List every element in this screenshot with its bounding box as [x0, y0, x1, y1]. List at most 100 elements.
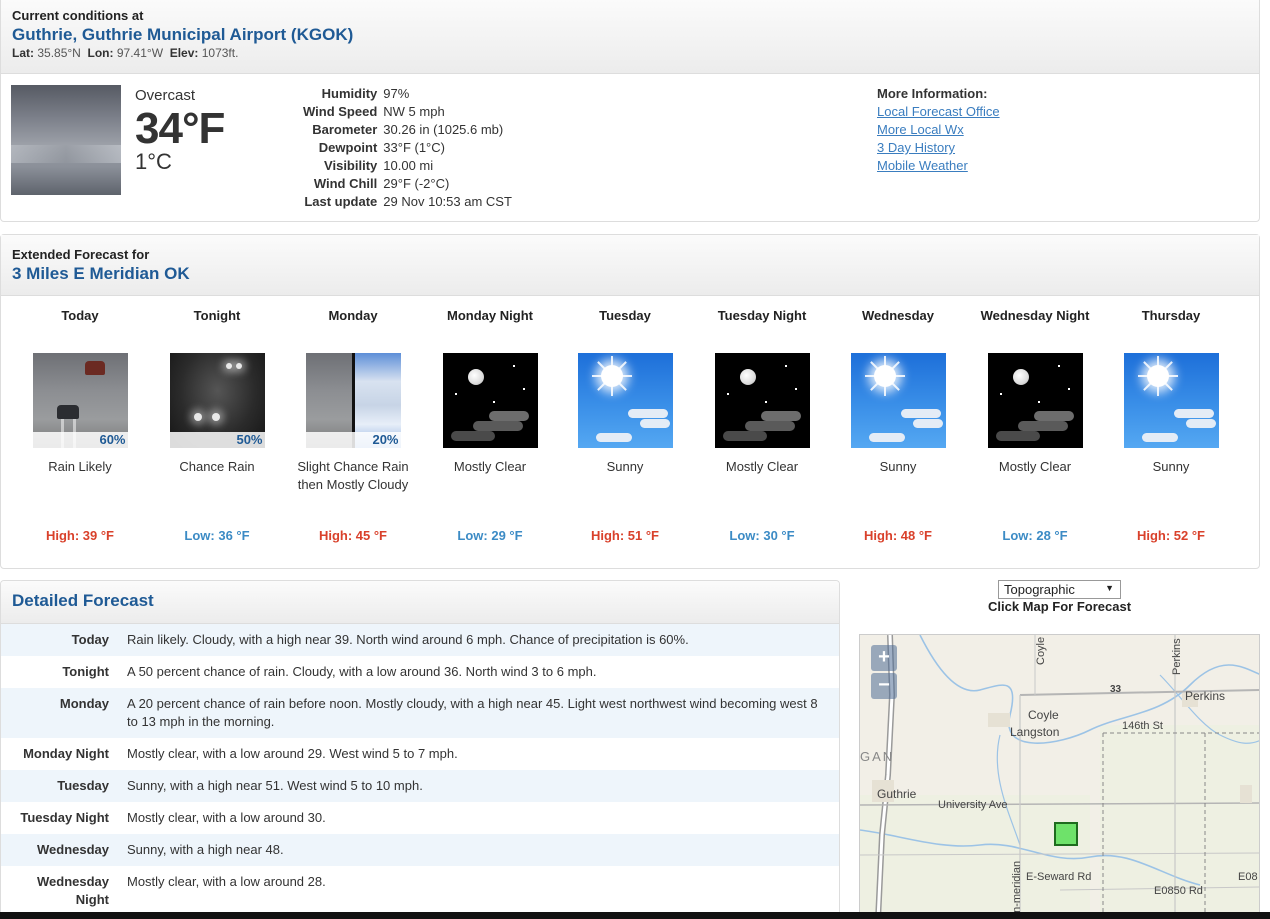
map-layer-select[interactable]: Topographic ▼: [998, 580, 1121, 599]
forecast-period[interactable]: Tonight 50% Chance Rain Low: 36 °F: [149, 307, 285, 543]
forecast-short-desc: Mostly Clear: [998, 459, 1072, 474]
detailed-forecast-list: Today Rain likely. Cloudy, with a high ne…: [1, 624, 839, 916]
extended-forecast-panel: Extended Forecast for 3 Miles E Meridian…: [0, 234, 1260, 569]
more-information-heading: More Information:: [877, 86, 988, 101]
more-information: More Information: Local Forecast Office …: [877, 86, 1000, 175]
forecast-period-name: Wednesday Night: [980, 308, 1090, 323]
map-label-146th-st: 146th St: [1122, 720, 1163, 732]
night-clear-icon: [442, 353, 538, 448]
forecast-period-name: Thursday: [1141, 308, 1201, 323]
forecast-short-desc: Mostly Clear: [453, 459, 527, 474]
current-temp-f: 34°F: [135, 104, 225, 153]
detailed-forecast-row: Wednesday Sunny, with a high near 48.: [1, 834, 839, 866]
detailed-forecast-header: Detailed Forecast: [1, 581, 839, 624]
detailed-forecast-row: Wednesday Night Mostly clear, with a low …: [1, 866, 839, 916]
current-detail-value: 29°F (-2°C): [383, 175, 450, 191]
station-name: Guthrie, Guthrie Municipal Airport (KGOK…: [12, 25, 354, 44]
map-hint: Click Map For Forecast: [988, 599, 1132, 614]
detailed-forecast-text: Mostly clear, with a low around 28.: [127, 874, 326, 889]
forecast-period[interactable]: Wednesday Night Mostly Clear Low: 28 °F: [967, 307, 1103, 543]
forecast-period-name: Monday: [328, 308, 378, 323]
overcast-icon: [11, 85, 121, 195]
current-detail-label: Visibility: [324, 157, 378, 173]
current-detail-value: 29 Nov 10:53 am CST: [383, 193, 512, 209]
rain-then-cloudy-icon: 20%: [305, 353, 401, 448]
detailed-forecast-row: Today Rain likely. Cloudy, with a high ne…: [1, 624, 839, 656]
more-local-wx-link[interactable]: More Local Wx: [877, 121, 1000, 139]
current-conditions-heading: Current conditions at: [12, 8, 144, 23]
forecast-short-desc: Mostly Clear: [725, 459, 799, 474]
map-label-coyle: Coyle: [1028, 708, 1059, 722]
forecast-period[interactable]: Monday 20% Slight Chance Rain then Mostly …: [285, 307, 421, 543]
extended-forecast-header: Extended Forecast for 3 Miles E Meridian…: [1, 235, 1259, 296]
forecast-temp: High: 45 °F: [318, 528, 388, 543]
map-label-meridian-road: an-meridian: [1011, 860, 1023, 919]
forecast-short-desc: Chance Rain: [179, 459, 255, 474]
detailed-forecast-period: Wednesday Night: [36, 874, 109, 907]
current-detail-value: NW 5 mph: [383, 103, 445, 119]
map-label-perkins: Perkins: [1185, 689, 1226, 703]
map-label-e08: E08: [1238, 871, 1258, 883]
station-coordinates: Lat: 35.85°N Lon: 97.41°W Elev: 1073ft.: [12, 46, 239, 60]
detailed-forecast-row: Tuesday Sunny, with a high near 51. West …: [1, 770, 839, 802]
pop-value: 60%: [99, 432, 126, 447]
night-clear-icon: [987, 353, 1083, 448]
current-detail-row: Wind Speed NW 5 mph: [300, 102, 515, 120]
local-forecast-office-link[interactable]: Local Forecast Office: [877, 103, 1000, 121]
forecast-period[interactable]: Tuesday Night Mostly Clear Low: 30 °F: [694, 307, 830, 543]
forecast-point-marker[interactable]: [1054, 822, 1078, 846]
detailed-forecast-text: Sunny, with a high near 48.: [127, 842, 284, 857]
current-detail-label: Wind Speed: [303, 103, 378, 119]
map-label-e0850-rd: E0850 Rd: [1154, 885, 1203, 897]
map-layer-selected: Topographic: [1004, 582, 1075, 597]
current-detail-row: Humidity 97%: [300, 84, 515, 102]
zoom-out-button[interactable]: −: [871, 673, 897, 699]
forecast-temp: Low: 29 °F: [457, 528, 523, 543]
current-detail-label: Humidity: [321, 85, 378, 101]
current-details-table: Humidity 97% Wind Speed NW 5 mph Barometer 30…: [300, 84, 515, 210]
forecast-period[interactable]: Tuesday Sunny High: 51 °F: [557, 307, 693, 543]
forecast-short-desc: Sunny: [879, 459, 917, 474]
mobile-weather-link[interactable]: Mobile Weather: [877, 157, 1000, 175]
forecast-location: 3 Miles E Meridian OK: [12, 264, 190, 283]
sunny-icon: [850, 353, 946, 448]
sunny-icon: [1123, 353, 1219, 448]
detailed-forecast-panel: Detailed Forecast Today Rain likely. Clou…: [0, 580, 840, 919]
current-detail-label: Wind Chill: [313, 175, 378, 191]
detailed-forecast-text: Mostly clear, with a low around 29. West…: [127, 746, 458, 761]
night-rain-icon: 50%: [169, 353, 265, 448]
detailed-forecast-text: A 50 percent chance of rain. Cloudy, wit…: [127, 664, 597, 679]
current-detail-value: 33°F (1°C): [383, 139, 445, 155]
detailed-forecast-period: Tuesday: [57, 778, 109, 793]
forecast-period[interactable]: Today 60% Rain Likely High: 39 °F: [12, 307, 148, 543]
sunny-icon: [577, 353, 673, 448]
detailed-forecast-period: Monday Night: [23, 746, 109, 761]
forecast-period[interactable]: Wednesday Sunny High: 48 °F: [830, 307, 966, 543]
current-detail-row: Visibility 10.00 mi: [300, 156, 515, 174]
current-detail-label: Dewpoint: [318, 139, 378, 155]
detailed-forecast-title: Detailed Forecast: [12, 591, 154, 610]
current-detail-row: Dewpoint 33°F (1°C): [300, 138, 515, 156]
detailed-forecast-text: Sunny, with a high near 51. West wind 5 …: [127, 778, 423, 793]
zoom-in-button[interactable]: +: [871, 645, 897, 671]
current-detail-value: 30.26 in (1025.6 mb): [383, 121, 504, 137]
forecast-temp: High: 39 °F: [45, 528, 115, 543]
extended-forecast-heading: Extended Forecast for: [12, 247, 150, 262]
pop-value: 20%: [372, 432, 399, 447]
detailed-forecast-row: Tonight A 50 percent chance of rain. Clou…: [1, 656, 839, 688]
detailed-forecast-period: Monday: [59, 696, 109, 711]
detailed-forecast-text: A 20 percent chance of rain before noon.…: [127, 696, 818, 729]
map-label-langston: Langston: [1010, 725, 1060, 739]
forecast-period[interactable]: Thursday Sunny High: 52 °F: [1103, 307, 1239, 543]
forecast-period-name: Wednesday: [861, 308, 934, 323]
detailed-forecast-row: Tuesday Night Mostly clear, with a low ar…: [1, 802, 839, 834]
forecast-map[interactable]: + − Coyle Perkins Perkins Coyle Langston…: [859, 634, 1260, 919]
forecast-period[interactable]: Monday Night Mostly Clear Low: 29 °F: [422, 307, 558, 543]
forecast-short-desc: Sunny: [606, 459, 644, 474]
pop-value: 50%: [236, 432, 263, 447]
current-detail-label: Barometer: [312, 121, 378, 137]
current-detail-row: Last update 29 Nov 10:53 am CST: [300, 192, 515, 210]
forecast-temp: Low: 30 °F: [729, 528, 795, 543]
current-detail-row: Barometer 30.26 in (1025.6 mb): [300, 120, 515, 138]
3-day-history-link[interactable]: 3 Day History: [877, 139, 1000, 157]
